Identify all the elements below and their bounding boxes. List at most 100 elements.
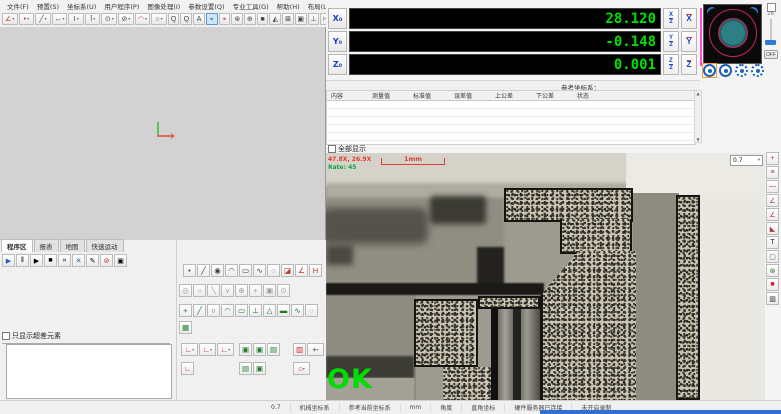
tab-program-area[interactable]: 程序区 xyxy=(1,239,33,252)
disable-button[interactable]: ⊘ xyxy=(100,254,113,267)
settings-tool-button[interactable]: ⊛ xyxy=(766,264,779,277)
contrast-tool[interactable]: ◪ xyxy=(281,264,294,277)
cs-build-point-button[interactable]: ∟ xyxy=(181,343,198,356)
angle-measure-button[interactable]: ∠ xyxy=(2,13,18,25)
image-capture-button[interactable]: ⊠ xyxy=(282,13,294,25)
auto-triangle-tool[interactable]: △ xyxy=(263,304,276,317)
angle-scan-2-button[interactable]: ∠ xyxy=(766,208,779,221)
angle-tool[interactable]: ∠ xyxy=(295,264,308,277)
menu-preset[interactable]: 预置(S) xyxy=(34,1,62,11)
distance-measure-button[interactable]: ↔ xyxy=(52,13,68,25)
auto-perp-tool[interactable]: ⊥ xyxy=(249,304,262,317)
point-measure-button[interactable]: • xyxy=(19,13,35,25)
camera-viewport[interactable]: 47.8X, 26.9X Rate: 45 1mm 0.7 ▾ OK xyxy=(326,153,765,400)
cs-build-line-button[interactable]: ∟ xyxy=(199,343,216,356)
line-scan-tool-button[interactable]: — xyxy=(766,180,779,193)
graphics-viewport[interactable] xyxy=(0,27,326,241)
blob-tool[interactable]: ◌ xyxy=(267,264,280,277)
z-half-button[interactable]: Z2 xyxy=(663,54,679,75)
circle-measure-button[interactable]: ⊙ xyxy=(101,13,117,25)
perpendicular-button[interactable]: ⊥ xyxy=(308,13,320,25)
menu-image-process[interactable]: 图像处理(I) xyxy=(144,1,183,11)
scroll-up-icon[interactable]: ▲ xyxy=(696,91,699,96)
circle-slash-measure-button[interactable]: ⊘ xyxy=(118,13,134,25)
probe-calibrate-button[interactable]: ⊕ xyxy=(244,13,256,25)
light-off-button[interactable]: OFF xyxy=(764,50,778,59)
menu-param-settings[interactable]: 参数设置(Q) xyxy=(185,1,227,11)
menu-file[interactable]: 文件(F) xyxy=(4,1,32,11)
play-button[interactable]: ▶ xyxy=(2,254,15,267)
z-axis-label[interactable]: Z₀ xyxy=(328,54,347,75)
width-tool[interactable]: H xyxy=(309,264,322,277)
rgb-filter-button[interactable]: ▥ xyxy=(293,343,306,356)
capture-1-button[interactable]: ▣ xyxy=(239,343,252,356)
auto-arc-tool[interactable]: ◠ xyxy=(221,304,234,317)
probe-tool-button[interactable]: ⌖ xyxy=(206,13,218,25)
menu-user-program[interactable]: 用户程序(P) xyxy=(101,1,142,11)
auto-rect-tool[interactable]: ▭ xyxy=(235,304,248,317)
menu-help[interactable]: 帮助(H) xyxy=(274,1,303,11)
menu-coordsys[interactable]: 坐标系(U) xyxy=(64,1,99,11)
x-axis-label[interactable]: X₀ xyxy=(328,8,347,29)
arc-tool[interactable]: ◠ xyxy=(225,264,238,277)
auto-blob-tool[interactable]: ◌ xyxy=(305,304,318,317)
rect-tool[interactable]: ▭ xyxy=(239,264,252,277)
capture-4-button[interactable]: ▤ xyxy=(239,362,252,375)
record-tool-button[interactable]: ■ xyxy=(766,278,779,291)
barcode-tool-button[interactable]: ▥ xyxy=(766,292,779,305)
curve-tool[interactable]: ∿ xyxy=(253,264,266,277)
cs-build-offset-button[interactable]: ∟ xyxy=(181,362,194,375)
x-half-button[interactable]: X2 xyxy=(663,8,679,29)
light-mode-quadrant-button[interactable] xyxy=(735,64,748,77)
height-measure-button[interactable]: I xyxy=(68,13,84,25)
light-mode-segment-button[interactable] xyxy=(751,64,764,77)
text-tool-button[interactable]: T xyxy=(766,236,779,249)
line-measure-button[interactable]: ╱ xyxy=(35,13,51,25)
capture-5-button[interactable]: ▣ xyxy=(253,362,266,375)
triangle-scan-button[interactable]: ◣ xyxy=(766,222,779,235)
capture-3-button[interactable]: ▤ xyxy=(267,343,280,356)
grid-tool[interactable]: ▦ xyxy=(179,321,192,334)
program-listbox[interactable] xyxy=(6,344,172,399)
tab-map[interactable]: 地图 xyxy=(60,239,85,252)
auto-fill-tool[interactable]: ▬ xyxy=(277,304,290,317)
showall-checkbox[interactable] xyxy=(328,145,336,153)
x-zero-button[interactable]: X xyxy=(681,8,697,29)
gear-settings-button[interactable]: ⊛ xyxy=(231,13,243,25)
depth-measure-button[interactable]: Ī xyxy=(85,13,101,25)
light-mode-coaxial-button[interactable] xyxy=(719,64,732,77)
crosshair-capture-button[interactable]: + xyxy=(307,343,324,356)
pencil-edit-button[interactable]: ✎ xyxy=(86,254,99,267)
filter-checkbox[interactable] xyxy=(2,332,10,340)
y-half-button[interactable]: Y2 xyxy=(663,31,679,52)
select-region-button[interactable]: ▢ xyxy=(766,250,779,263)
capture-2-button[interactable]: ▣ xyxy=(253,343,266,356)
tab-report[interactable]: 报表 xyxy=(34,239,59,252)
crosshair-tool-button[interactable]: + xyxy=(766,152,779,165)
results-scrollbar[interactable]: ▲ ▼ xyxy=(694,90,702,143)
cs-build-rotate-button[interactable]: ∟ xyxy=(217,343,234,356)
point-tool[interactable]: • xyxy=(183,264,196,277)
home-view-button[interactable]: ⌂ xyxy=(293,362,310,375)
wrench-edit-button[interactable]: ✕ xyxy=(72,254,85,267)
camera-zoom-select[interactable]: 0.7 ▾ xyxy=(730,155,763,166)
archive-button[interactable]: ▣ xyxy=(114,254,127,267)
arc-measure-button[interactable]: ◠ xyxy=(135,13,151,25)
menu-pro-tools[interactable]: 专业工具(G) xyxy=(230,1,272,11)
screen-button[interactable]: ▣ xyxy=(295,13,307,25)
circle-tool[interactable]: ◉ xyxy=(211,264,224,277)
edge-detect-tool-button[interactable]: ≡ xyxy=(766,166,779,179)
auto-curve-tool[interactable]: ∿ xyxy=(291,304,304,317)
zoom-in-button[interactable]: Q xyxy=(168,13,180,25)
slider-handle[interactable] xyxy=(765,40,776,45)
probe-tool-2-button[interactable]: ⌖ xyxy=(219,13,231,25)
triangle-tool-button[interactable]: ◭ xyxy=(269,13,281,25)
z-zero-button[interactable]: Z xyxy=(681,54,697,75)
zoom-out-button[interactable]: Q xyxy=(180,13,192,25)
auto-circle-tool[interactable]: ○ xyxy=(207,304,220,317)
auto-line-tool[interactable]: ╱ xyxy=(193,304,206,317)
light-mode-ring-button[interactable] xyxy=(703,64,716,77)
line-tool[interactable]: ╱ xyxy=(197,264,210,277)
y-zero-button[interactable]: Y xyxy=(681,31,697,52)
y-axis-label[interactable]: Y₀ xyxy=(328,31,347,52)
